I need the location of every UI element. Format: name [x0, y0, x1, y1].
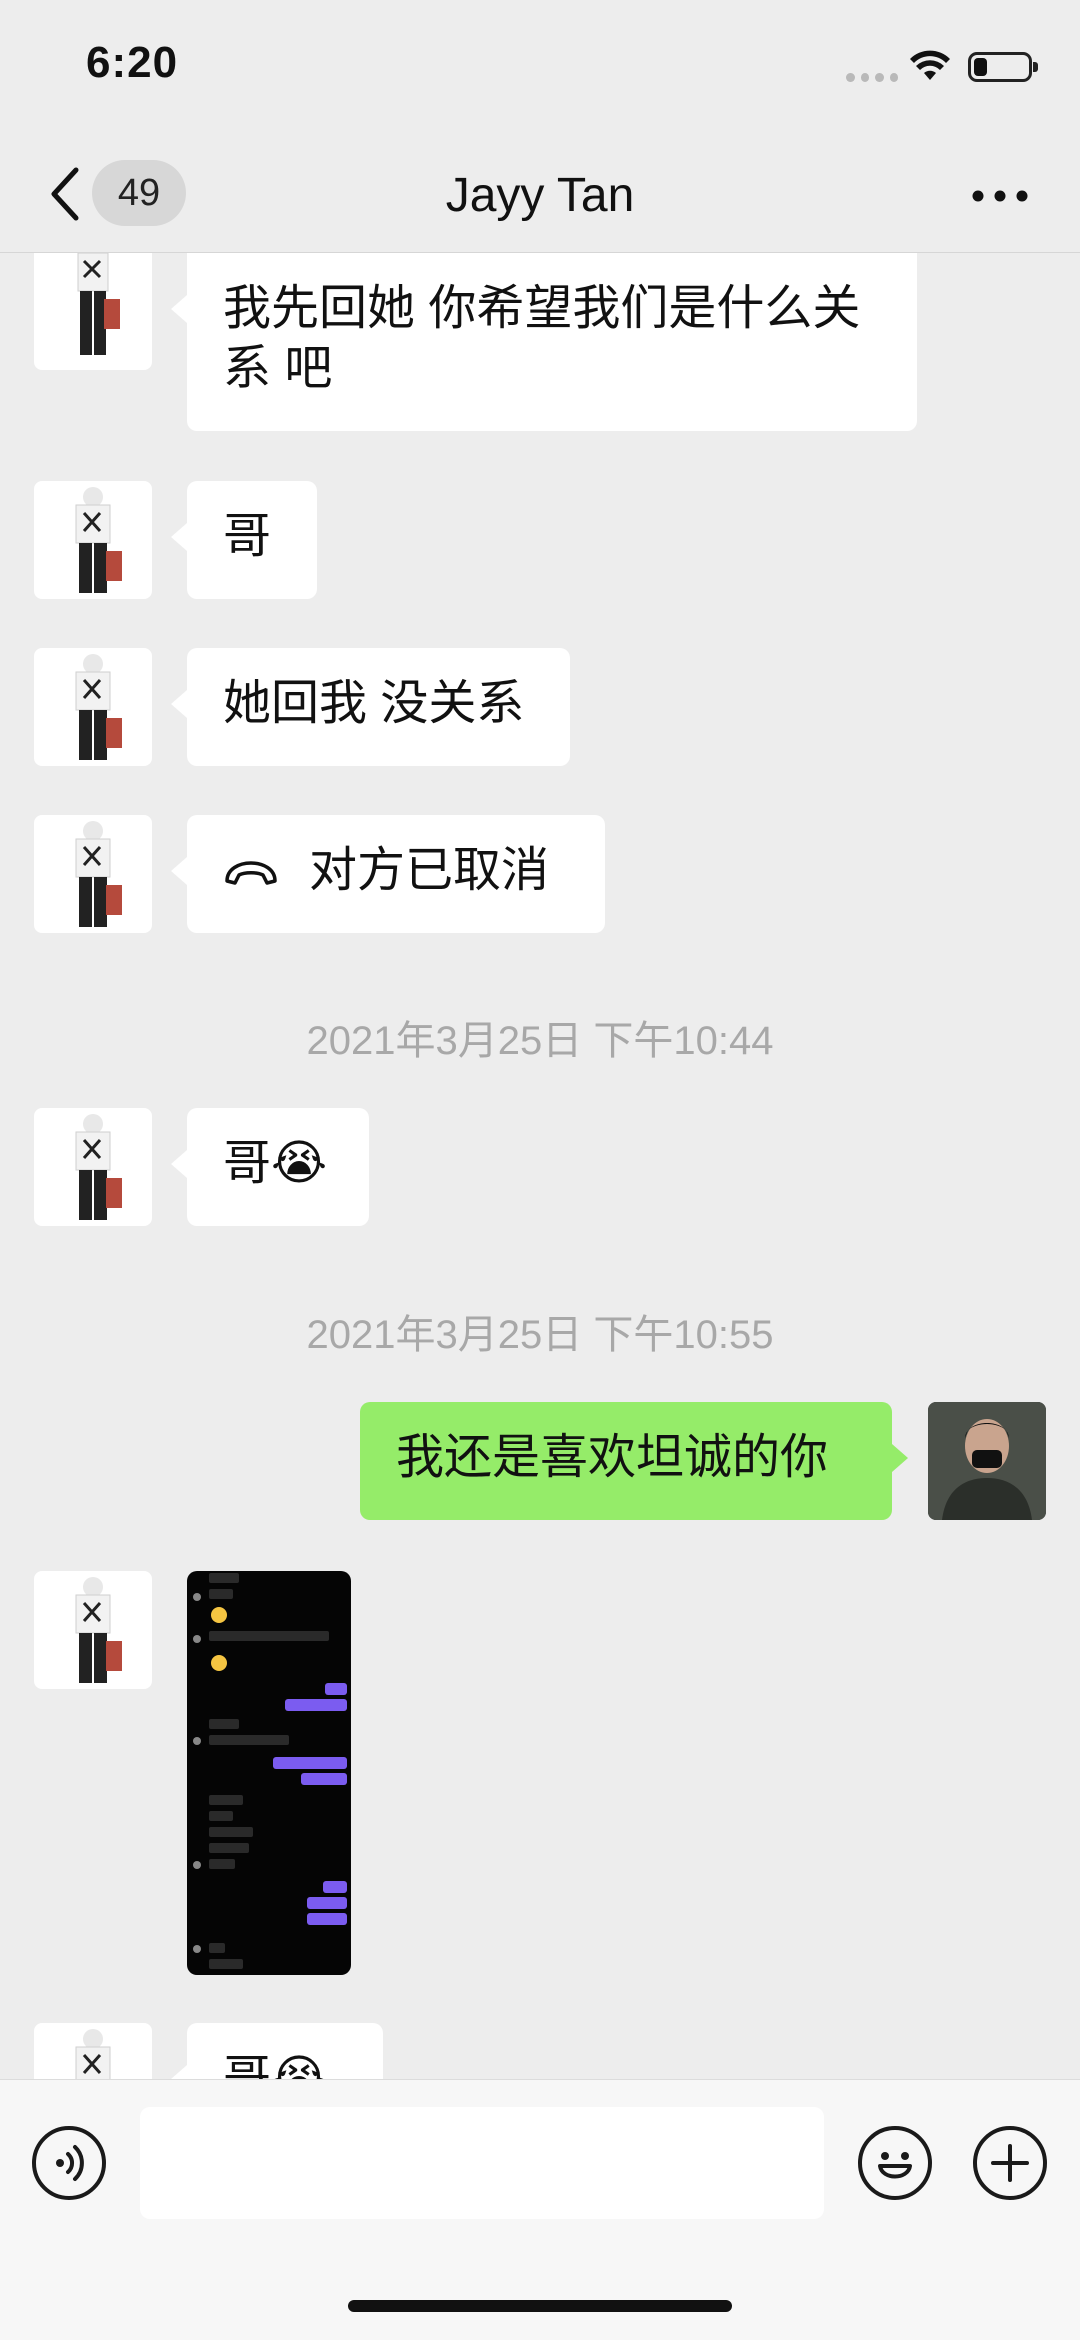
- more-functions-button[interactable]: [973, 2126, 1047, 2200]
- contact-avatar[interactable]: [34, 1108, 152, 1226]
- home-indicator: [348, 2300, 732, 2312]
- emoji-icon: [878, 2152, 912, 2179]
- message-bubble[interactable]: 哥😭: [171, 2023, 383, 2079]
- message-text: 我还是喜欢坦诚的你: [396, 1431, 829, 1484]
- emoji-button[interactable]: [858, 2126, 932, 2200]
- status-bar: 6:20: [0, 0, 1080, 140]
- image-message[interactable]: [187, 1571, 351, 1975]
- chat-header: 49 Jayy Tan: [0, 140, 1080, 253]
- wifi-icon: [910, 50, 950, 80]
- message-text: 她回我 没关系: [223, 677, 525, 730]
- message-input[interactable]: [140, 2107, 824, 2219]
- timestamp: 2021年3月25日 下午10:55: [306, 1313, 774, 1357]
- message-bubble[interactable]: 哥: [171, 481, 317, 599]
- hangup-icon: [225, 861, 277, 886]
- message-text: 哥😭: [223, 2052, 328, 2079]
- voice-icon: [56, 2145, 84, 2181]
- message-text: 哥: [223, 510, 272, 563]
- outgoing-message-bubble[interactable]: 我还是喜欢坦诚的你: [360, 1402, 908, 1520]
- signal-icon: [846, 68, 898, 82]
- contact-avatar[interactable]: [34, 1571, 152, 1689]
- message-list[interactable]: 我先回她 你希望我们是什么关系 吧 哥 她回我 没关系 对方已取消 2021年3…: [0, 253, 1080, 2079]
- message-text: 我先回她 你希望我们是什么关系 吧: [223, 282, 861, 395]
- message-bubble[interactable]: 哥😭: [171, 1108, 369, 1226]
- status-time: 6:20: [86, 38, 179, 87]
- message-bubble[interactable]: 她回我 没关系: [171, 648, 570, 766]
- contact-avatar[interactable]: [34, 2023, 152, 2079]
- call-status-text: 对方已取消: [309, 844, 550, 897]
- call-record-bubble[interactable]: 对方已取消: [171, 815, 605, 933]
- timestamp: 2021年3月25日 下午10:44: [306, 1019, 774, 1063]
- contact-avatar[interactable]: [34, 481, 152, 599]
- contact-avatar[interactable]: [34, 253, 152, 370]
- battery-icon: [968, 52, 1038, 82]
- plus-icon: [991, 2144, 1029, 2182]
- more-icon[interactable]: [970, 184, 1030, 208]
- my-avatar[interactable]: [928, 1402, 1046, 1520]
- chat-title: Jayy Tan: [445, 169, 635, 222]
- message-text: 哥😭: [223, 1137, 328, 1190]
- voice-input-button[interactable]: [32, 2126, 106, 2200]
- contact-avatar[interactable]: [34, 815, 152, 933]
- contact-avatar[interactable]: [34, 648, 152, 766]
- message-bubble[interactable]: 我先回她 你希望我们是什么关系 吧: [171, 253, 917, 431]
